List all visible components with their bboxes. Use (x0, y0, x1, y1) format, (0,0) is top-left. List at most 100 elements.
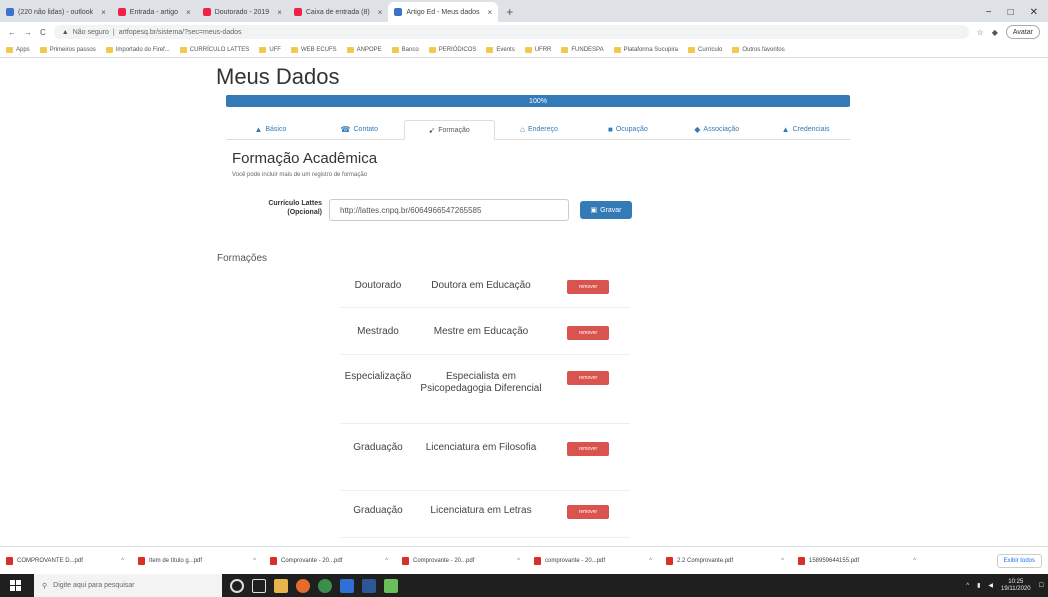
cortana-icon[interactable] (230, 578, 244, 593)
tab-associacao[interactable]: ◆ Associação (672, 120, 761, 139)
bookmark-item[interactable]: Plataforma Sucupira (613, 46, 678, 53)
bookmark-item[interactable]: Outros favoritos (732, 46, 785, 53)
minimize-icon[interactable]: − (986, 7, 992, 18)
chrome-icon[interactable] (318, 578, 332, 593)
close-tab-icon[interactable]: × (101, 8, 106, 17)
chevron-up-icon[interactable]: ^ (517, 558, 526, 564)
user-icon: ▲ (254, 125, 263, 134)
remove-button[interactable]: remover (567, 280, 609, 294)
bookmark-item[interactable]: Primeiros passos (39, 46, 96, 53)
bookmark-item[interactable]: Apps (6, 46, 30, 53)
remove-button[interactable]: remover (567, 505, 609, 519)
formacao-nivel: Graduação (353, 442, 403, 453)
maximize-icon[interactable]: □ (1008, 7, 1014, 18)
url-input[interactable]: ▲ Não seguro | artfopesq.br/sistema/?sec… (53, 25, 969, 39)
bookmark-item[interactable]: PERIÓDICOS (428, 46, 476, 53)
chevron-up-icon[interactable]: ^ (121, 558, 130, 564)
windows-start-icon[interactable] (4, 574, 26, 597)
pdf-icon (666, 556, 673, 565)
formacoes-label: Formações (217, 253, 268, 264)
browser-tab[interactable]: (220 não lidas) - outlook × (0, 2, 112, 22)
bookmark-folder-icon (179, 46, 187, 53)
pdf-icon (138, 556, 145, 565)
bookmark-item[interactable]: UFRR (524, 46, 551, 53)
download-item[interactable]: Item de título g...pdf ^ (138, 556, 262, 565)
network-icon[interactable]: ▮ (977, 582, 980, 589)
download-item[interactable]: Comprovante - 20...pdf ^ (402, 556, 526, 565)
chevron-up-icon[interactable]: ^ (385, 558, 394, 564)
address-bar-row: ← → C ▲ Não seguro | artfopesq.br/sistem… (0, 22, 1048, 42)
reload-icon[interactable]: C (40, 28, 46, 37)
download-item[interactable]: 158959644155.pdf ^ (798, 556, 922, 565)
browser-tab[interactable]: Doutorado - 2019 × (197, 2, 288, 22)
word-icon[interactable] (362, 578, 376, 593)
download-item[interactable]: 2.2 Comprovante.pdf ^ (666, 556, 790, 565)
chevron-up-icon[interactable]: ^ (253, 558, 262, 564)
forward-icon[interactable]: → (24, 28, 32, 37)
notifications-icon[interactable]: ☐ (1039, 582, 1044, 589)
bookmark-item[interactable]: ANPOPE (346, 46, 382, 53)
browser-tab-active[interactable]: Artigo Ed - Meus dados × (388, 2, 499, 22)
system-tray: ^ ▮ ◀ 10:25 19/11/2020 ☐ (966, 579, 1044, 593)
close-tab-icon[interactable]: × (378, 8, 383, 17)
bookmark-folder-icon (428, 46, 436, 53)
remove-button[interactable]: remover (567, 326, 609, 340)
task-view-icon[interactable] (252, 578, 266, 593)
tab-endereco[interactable]: ⌂ Endereço (495, 120, 584, 139)
bookmark-item[interactable]: Banco (391, 46, 419, 53)
chevron-up-icon[interactable]: ^ (913, 558, 922, 564)
progress-fill: 100% (226, 95, 850, 107)
close-tab-icon[interactable]: × (186, 8, 191, 17)
window-controls: − □ ✕ (976, 2, 1048, 22)
remove-button[interactable]: remover (567, 442, 609, 456)
close-tab-icon[interactable]: × (488, 8, 493, 17)
bookmark-item[interactable]: Currículo (688, 46, 722, 53)
chevron-up-icon[interactable]: ^ (649, 558, 658, 564)
bookmark-item[interactable]: Importado do Firef... (105, 46, 170, 53)
tab-basico[interactable]: ▲ Básico (226, 120, 315, 139)
tab-credenciais[interactable]: ▲ Credenciais (761, 120, 850, 139)
browser-tab[interactable]: Entrada - artigo × (112, 2, 197, 22)
star-icon[interactable]: ☆ (977, 28, 984, 37)
volume-icon[interactable]: ◀ (988, 582, 993, 589)
bookmark-folder-icon (290, 46, 298, 53)
explorer-icon[interactable] (274, 578, 288, 593)
bookmark-item[interactable]: UFF (259, 46, 281, 53)
bookmark-folder-icon (105, 46, 113, 53)
close-tab-icon[interactable]: × (277, 8, 282, 17)
formacao-nivel: Graduação (353, 505, 403, 516)
clock[interactable]: 10:25 19/11/2020 (1001, 579, 1031, 593)
firefox-icon[interactable] (296, 578, 310, 593)
tab-ocupacao[interactable]: ■ Ocupação (583, 120, 672, 139)
chevron-up-icon[interactable]: ^ (781, 558, 790, 564)
extension-icon[interactable]: ◆ (992, 28, 998, 37)
site-icon (394, 8, 403, 16)
bookmark-folder-icon (346, 46, 354, 53)
show-all-downloads-button[interactable]: Exibir todos (996, 553, 1042, 568)
bookmark-item[interactable]: FUNDESPA (561, 46, 604, 53)
bookmark-item[interactable]: WEB ECUFS (290, 46, 337, 53)
download-item[interactable]: COMPROVANTE D...pdf ^ (6, 556, 130, 565)
windows-taskbar: ⚲ Digite aqui para pesquisar ^ ▮ ◀ 10:25… (0, 574, 1048, 597)
download-item[interactable]: comprovante - 20...pdf ^ (534, 556, 658, 565)
mail-icon[interactable] (340, 578, 354, 593)
bookmark-item[interactable]: CURRÍCULO LATTES (179, 46, 249, 53)
close-window-icon[interactable]: ✕ (1030, 7, 1038, 18)
back-icon[interactable]: ← (8, 28, 16, 37)
lattes-url-input[interactable] (329, 199, 569, 221)
download-item[interactable]: Comprovante - 20...pdf ^ (270, 556, 394, 565)
new-tab-button[interactable]: + (498, 2, 521, 22)
bookmark-item[interactable]: Events (486, 46, 515, 53)
tab-formacao[interactable]: ➹ Formação (403, 120, 495, 140)
formacao-nivel: Doutorado (354, 280, 402, 291)
browser-tab[interactable]: Caixa de entrada (8) × (288, 2, 389, 22)
tab-contato[interactable]: ☎ Contato (315, 120, 404, 139)
page-content: Meus Dados 100% ▲ Básico ☎ Contato ➹ Formação… (0, 58, 1048, 546)
remove-button[interactable]: remover (567, 371, 609, 385)
save-button[interactable]: ▣ Gravar (580, 201, 632, 219)
app-icon[interactable] (384, 578, 398, 593)
gmail-icon (293, 8, 302, 16)
tray-chevron-icon[interactable]: ^ (966, 583, 969, 589)
taskbar-search-input[interactable]: ⚲ Digite aqui para pesquisar (34, 574, 222, 597)
account-button[interactable]: Avatar (1005, 25, 1040, 39)
